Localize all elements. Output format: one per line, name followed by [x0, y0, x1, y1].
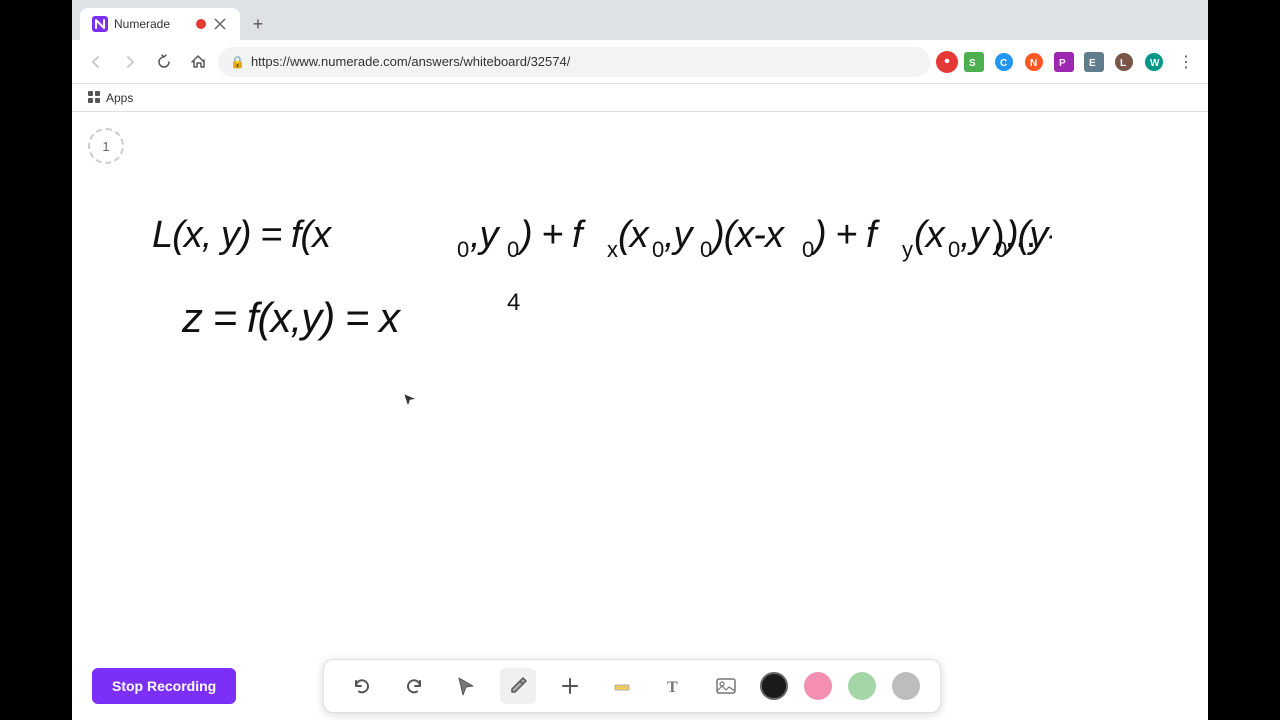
left-chrome-bar	[0, 0, 72, 720]
ext-icon-4[interactable]: P	[1050, 48, 1078, 76]
select-tool-button[interactable]	[448, 668, 484, 704]
svg-text:L: L	[1120, 58, 1126, 69]
new-tab-button[interactable]: +	[244, 10, 272, 38]
ext-icon-3[interactable]: N	[1020, 48, 1048, 76]
svg-text:W: W	[1150, 58, 1160, 69]
ext-icon-2[interactable]: C	[990, 48, 1018, 76]
add-tool-button[interactable]	[552, 668, 588, 704]
apps-label: Apps	[106, 91, 133, 105]
text-tool-button[interactable]: T	[656, 668, 692, 704]
svg-text:4: 4	[507, 289, 520, 316]
svg-text:0: 0	[948, 237, 960, 262]
svg-text:(x: (x	[914, 214, 947, 256]
svg-text:,y: ,y	[664, 214, 695, 256]
color-pink[interactable]	[804, 672, 832, 700]
svg-text:0: 0	[700, 237, 712, 262]
svg-text:) + f: ) + f	[516, 214, 586, 256]
svg-text:E: E	[1089, 58, 1096, 69]
math-content: L(x, y) = f(x 0 ,y 0 ) + f x (x 0 ,y 0 )…	[152, 192, 1052, 397]
url-text: https://www.numerade.com/answers/whitebo…	[251, 54, 918, 69]
svg-text:0: 0	[507, 237, 519, 262]
color-black[interactable]	[760, 672, 788, 700]
browser-menu-button[interactable]: ⋮	[1174, 48, 1198, 76]
svg-text:(x: (x	[618, 214, 651, 256]
back-button[interactable]	[82, 48, 110, 76]
color-green[interactable]	[848, 672, 876, 700]
highlighter-button[interactable]	[604, 668, 640, 704]
color-gray[interactable]	[892, 672, 920, 700]
ext-icon-7[interactable]: W	[1140, 48, 1168, 76]
svg-text:L(x, y) = f(x: L(x, y) = f(x	[152, 214, 333, 256]
image-tool-button[interactable]	[708, 668, 744, 704]
pen-tool-button[interactable]	[500, 668, 536, 704]
active-tab[interactable]: Numerade	[80, 8, 240, 40]
svg-text:,y: ,y	[470, 214, 501, 256]
ext-icon-1[interactable]: S	[960, 48, 988, 76]
svg-text:y: y	[902, 237, 913, 262]
home-button[interactable]	[184, 48, 212, 76]
undo-button[interactable]	[344, 668, 380, 704]
address-bar[interactable]: 🔒 https://www.numerade.com/answers/white…	[218, 47, 930, 77]
browser-window: Numerade + 🔒 https://www.numerade	[72, 0, 1208, 720]
svg-text:0: 0	[802, 237, 814, 262]
bottom-toolbar: Stop Recording	[72, 652, 1208, 720]
svg-text:T: T	[667, 679, 678, 696]
screen-record-ext[interactable]: ⏺	[936, 51, 958, 73]
svg-text:N: N	[1030, 58, 1037, 69]
nav-bar: 🔒 https://www.numerade.com/answers/white…	[72, 40, 1208, 84]
whiteboard-area[interactable]: 1 L(x, y) = f(x 0 ,y 0 ) + f x (x 0 ,y 0…	[72, 112, 1208, 720]
forward-button[interactable]	[116, 48, 144, 76]
tab-recording-dot	[196, 19, 206, 29]
reload-button[interactable]	[150, 48, 178, 76]
svg-text:z = f(x,y) = x: z = f(x,y) = x	[181, 294, 402, 341]
svg-text:,y: ,y	[960, 214, 991, 256]
svg-text:)(x-x: )(x-x	[708, 214, 786, 256]
ext-icon-6[interactable]: L	[1110, 48, 1138, 76]
svg-text:)...: )...	[992, 214, 1036, 256]
page-number: 1	[88, 128, 124, 164]
redo-button[interactable]	[396, 668, 432, 704]
svg-text:0: 0	[652, 237, 664, 262]
svg-text:x: x	[607, 237, 618, 262]
svg-text:0: 0	[457, 237, 469, 262]
svg-text:P: P	[1059, 58, 1066, 69]
tab-title: Numerade	[114, 17, 190, 31]
stop-recording-label: Stop Recording	[112, 678, 216, 694]
apps-link[interactable]: Apps	[82, 89, 139, 107]
right-chrome-bar	[1208, 0, 1280, 720]
tab-favicon	[92, 16, 108, 32]
lock-icon: 🔒	[230, 55, 245, 69]
drawing-toolbar: T	[323, 659, 941, 713]
svg-text:S: S	[969, 58, 976, 69]
svg-text:C: C	[1000, 58, 1007, 69]
tab-bar: Numerade +	[72, 0, 1208, 40]
stop-recording-button[interactable]: Stop Recording	[92, 668, 236, 704]
bookmarks-bar: Apps	[72, 84, 1208, 112]
tab-close-button[interactable]	[212, 16, 228, 32]
svg-text:) + f: ) + f	[810, 214, 880, 256]
extension-icons: ⏺ S C N	[936, 48, 1168, 76]
ext-icon-5[interactable]: E	[1080, 48, 1108, 76]
